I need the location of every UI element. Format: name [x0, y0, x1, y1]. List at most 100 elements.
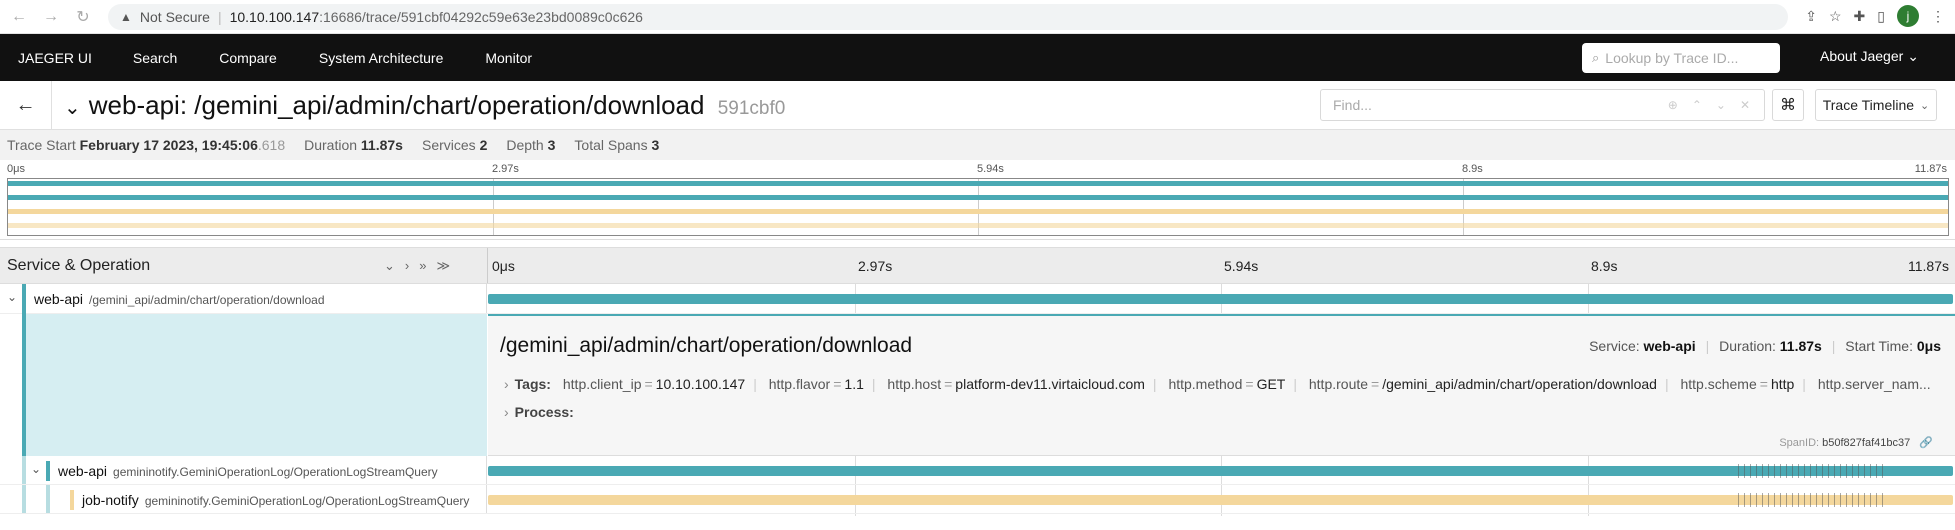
span-row[interactable]: job-notify gemininotify.GeminiOperationLo…	[0, 485, 1955, 514]
minimap-tick: 11.87s	[1914, 163, 1947, 175]
parent-indent-marker	[22, 456, 26, 484]
span-name-cell[interactable]: ⌄ web-api/gemini_api/admin/chart/operati…	[0, 284, 487, 314]
brand-logo[interactable]: JAEGER UI	[18, 50, 92, 66]
extensions-icon[interactable]: ✚	[1854, 8, 1866, 25]
expand-all-icon[interactable]: »	[419, 258, 436, 273]
tag-value: 10.10.100.147	[655, 376, 746, 392]
sidebar-icon[interactable]: ▯	[1877, 8, 1885, 25]
nav-monitor[interactable]: Monitor	[464, 50, 553, 66]
span-service-name: job-notify	[82, 492, 139, 508]
search-icon: ⌕	[1592, 50, 1600, 65]
span-row[interactable]: ⌄ web-api gemininotify.GeminiOperationLog…	[0, 456, 1955, 485]
duration-label: Duration:	[1719, 338, 1776, 354]
keyboard-shortcuts-button[interactable]: ⌘	[1772, 89, 1804, 121]
tag-value: /gemini_api/admin/chart/operation/downlo…	[1382, 376, 1657, 392]
span-bar[interactable]	[488, 466, 1953, 476]
find-input[interactable]: Find... ⊕ ⌃ ⌄ ✕	[1320, 89, 1765, 121]
span-operation-name: /gemini_api/admin/chart/operation/downlo…	[89, 293, 325, 307]
total-spans-label: Total Spans	[574, 137, 648, 153]
chevron-down-icon: ⌄	[1920, 99, 1930, 112]
expand-one-icon[interactable]: ›	[405, 258, 419, 273]
span-tags[interactable]: › Tags: http.client_ip = 10.10.100.147 | htt…	[504, 376, 1949, 392]
trace-start-label: Trace Start	[7, 137, 76, 153]
clear-icon[interactable]: ✕	[1740, 98, 1750, 112]
trace-id-lookup-input[interactable]: ⌕ Lookup by Trace ID...	[1582, 43, 1780, 73]
chevron-down-icon[interactable]: ⌄	[31, 462, 41, 476]
total-spans-value: 3	[651, 137, 660, 153]
chevron-down-icon[interactable]: ⌄	[7, 290, 17, 304]
nav-search[interactable]: Search	[112, 50, 198, 66]
span-operation-name: gemininotify.GeminiOperationLog/Operatio…	[113, 465, 438, 479]
span-name-cell[interactable]: job-notify gemininotify.GeminiOperationLo…	[0, 485, 487, 513]
collapse-all-icon[interactable]: ≫	[436, 258, 460, 273]
minimap-span-bar	[8, 181, 1948, 186]
nav-system-architecture[interactable]: System Architecture	[298, 50, 465, 66]
span-name-cell[interactable]: ⌄ web-api gemininotify.GeminiOperationLog…	[0, 456, 487, 484]
column-divider[interactable]	[487, 248, 488, 283]
minimap-tick: 5.94s	[977, 163, 1004, 175]
timeline-tick: 8.9s	[1591, 258, 1618, 274]
minimap-canvas[interactable]	[7, 178, 1949, 236]
collapse-one-icon[interactable]: ⌄	[384, 258, 405, 273]
minimap-span-bar	[8, 195, 1948, 200]
trace-id-short: 591cbf0	[717, 98, 786, 119]
tag-item: http.client_ip = 10.10.100.147	[562, 376, 746, 392]
service-operation-heading: Service & Operation	[7, 257, 151, 274]
span-service-name: web-api	[58, 463, 108, 479]
timeline-tick: 11.87s	[1908, 258, 1949, 274]
meta-separator: |	[1705, 338, 1710, 354]
timeline-tick: 0μs	[492, 258, 515, 274]
forward-arrow-icon[interactable]: →	[38, 4, 64, 30]
tag-key: http.server_nam...	[1817, 376, 1931, 392]
tag-item: http.server_nam...	[1818, 376, 1931, 392]
view-select-label: Trace Timeline	[1822, 97, 1915, 113]
trace-depth: Depth 3	[506, 137, 555, 153]
address-bar[interactable]: ▲ Not Secure | 10.10.100.147:16686/trace…	[108, 4, 1788, 30]
next-match-icon[interactable]: ⌄	[1716, 98, 1726, 112]
span-process[interactable]: › Process:	[504, 404, 574, 420]
span-bar[interactable]	[488, 294, 1953, 304]
span-row[interactable]: ⌄ web-api/gemini_api/admin/chart/operati…	[0, 284, 1955, 314]
tag-item: http.flavor = 1.1	[768, 376, 864, 392]
back-button[interactable]: ←	[0, 81, 52, 129]
back-arrow-icon[interactable]: ←	[6, 4, 32, 30]
spanid-value: b50f827faf41bc37	[1822, 437, 1911, 449]
trace-start-ms: .618	[257, 137, 286, 153]
span-bar[interactable]	[488, 495, 1953, 505]
view-select[interactable]: Trace Timeline ⌄	[1815, 89, 1937, 121]
prev-match-icon[interactable]: ⌃	[1692, 98, 1702, 112]
span-operation-name: gemininotify.GeminiOperationLog/Operatio…	[144, 494, 470, 508]
url-host: 10.10.100.147	[229, 9, 320, 25]
service-color-marker	[46, 461, 50, 481]
tag-item: http.route =/gemini_api/admin/chart/opera…	[1308, 376, 1657, 392]
span-detail-panel: /gemini_api/admin/chart/operation/downlo…	[0, 314, 1955, 456]
about-jaeger-menu[interactable]: About Jaeger ⌄	[1820, 48, 1919, 65]
profile-avatar[interactable]: j	[1897, 5, 1919, 27]
reload-icon[interactable]: ↻	[70, 4, 96, 30]
url-path: :16686/trace/591cbf04292c59e63e23bd0089c…	[319, 9, 643, 25]
find-placeholder: Find...	[1333, 97, 1372, 113]
trace-title[interactable]: ⌄ web-api: /gemini_api/admin/chart/operat…	[64, 90, 785, 121]
bookmark-star-icon[interactable]: ☆	[1829, 8, 1842, 25]
nav-compare[interactable]: Compare	[198, 50, 298, 66]
duration-label: Duration	[304, 137, 358, 153]
tag-key: http.client_ip	[562, 376, 642, 392]
link-icon[interactable]: 🔗	[1919, 437, 1933, 449]
trace-minimap[interactable]: 0μs 2.97s 5.94s 8.9s 11.87s	[0, 160, 1955, 240]
minimap-span-bar	[8, 209, 1948, 214]
service-label: Service:	[1589, 338, 1640, 354]
menu-dots-icon[interactable]: ⋮	[1931, 8, 1945, 25]
tag-item: http.scheme = http	[1680, 376, 1795, 392]
service-value: web-api	[1643, 338, 1696, 354]
warning-icon: ▲	[120, 10, 132, 24]
trace-services: Services 2	[422, 137, 487, 153]
share-icon[interactable]: ⇪	[1805, 8, 1817, 25]
depth-label: Depth	[506, 137, 544, 153]
trace-title-text: web-api: /gemini_api/admin/chart/operati…	[88, 90, 705, 120]
tag-value: http	[1770, 376, 1795, 392]
locate-icon[interactable]: ⊕	[1668, 98, 1678, 112]
trace-start-date: February 17 2023, 19:45:06	[79, 137, 258, 153]
duration-value: 11.87s	[360, 137, 403, 153]
browser-toolbar: ← → ↻ ▲ Not Secure | 10.10.100.147:16686…	[0, 0, 1955, 34]
span-log-markers	[1738, 464, 1888, 478]
